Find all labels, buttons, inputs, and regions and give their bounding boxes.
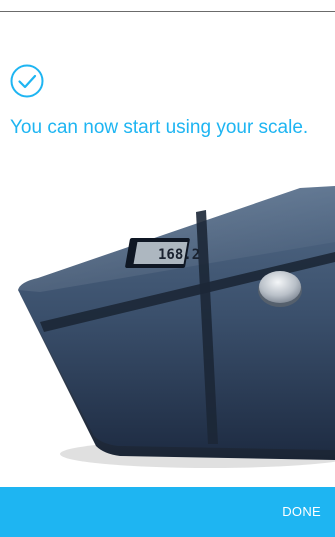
scale-image: 168.2: [0, 182, 335, 482]
done-button[interactable]: DONE: [282, 504, 321, 519]
check-circle-icon: [10, 64, 44, 98]
top-divider: [0, 11, 335, 12]
scale-display-reading: 168.2: [158, 247, 200, 263]
success-message: You can now start using your scale.: [10, 117, 309, 138]
footer-bar: DONE: [0, 487, 335, 537]
